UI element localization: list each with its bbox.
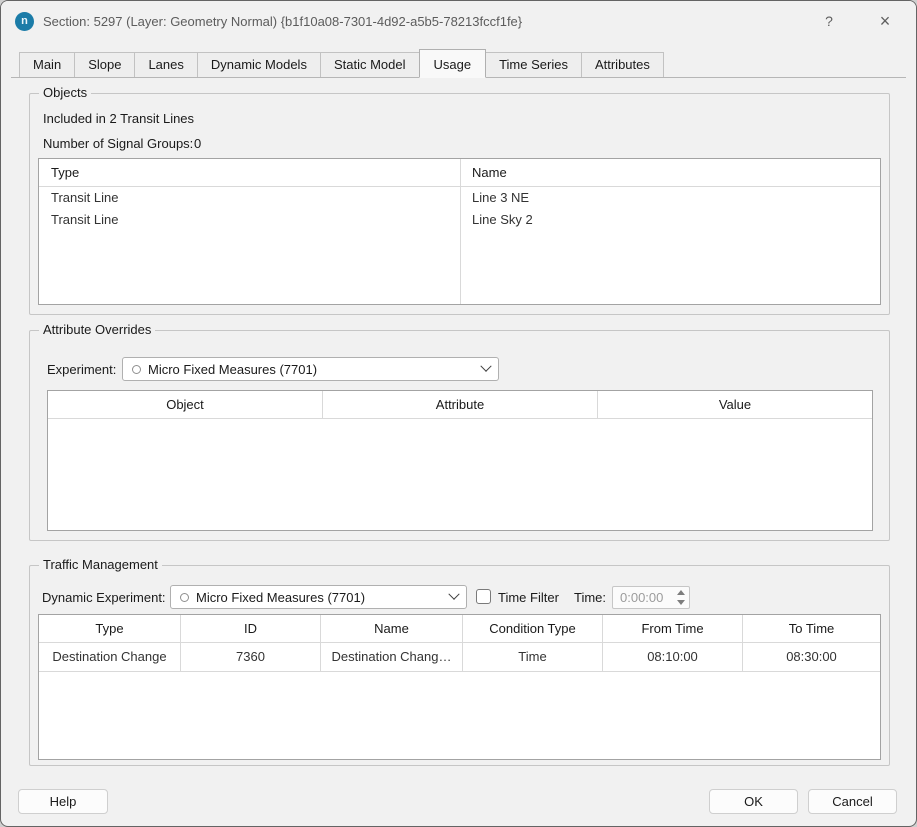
tab-main[interactable]: Main	[19, 52, 75, 77]
help-icon[interactable]: ?	[812, 7, 846, 35]
traffic-management-header: Type ID Name Condition Type From Time To…	[39, 615, 880, 643]
header-value[interactable]: Value	[598, 391, 872, 418]
objects-table: Type Name Transit Line Line 3 NE Transit…	[38, 158, 881, 305]
cell-condition-type[interactable]: Time	[463, 643, 603, 672]
traffic-management-table: Type ID Name Condition Type From Time To…	[38, 614, 881, 760]
included-transit-lines-text: Included in 2 Transit Lines	[43, 111, 194, 126]
time-spinbox[interactable]: 0:00:00	[612, 586, 690, 609]
experiment-combobox-value: Micro Fixed Measures (7701)	[148, 362, 482, 377]
close-icon[interactable]: ×	[868, 7, 902, 35]
attribute-overrides-group-title: Attribute Overrides	[39, 322, 155, 337]
cell-name[interactable]: Line 3 NE	[460, 187, 880, 209]
cell-to-time[interactable]: 08:30:00	[743, 643, 880, 672]
titlebar: n Section: 5297 (Layer: Geometry Normal)…	[1, 1, 916, 41]
tab-bar: Main Slope Lanes Dynamic Models Static M…	[11, 51, 906, 78]
spin-buttons	[672, 587, 689, 608]
header-type[interactable]: Type	[39, 615, 181, 642]
attribute-overrides-header: Object Attribute Value	[48, 391, 872, 419]
experiment-type-icon	[132, 365, 141, 374]
table-row[interactable]: Destination Change 7360 Destination Chan…	[39, 643, 880, 672]
experiment-label: Experiment:	[47, 362, 116, 377]
cell-type[interactable]: Destination Change	[39, 643, 181, 672]
cell-name[interactable]: Line Sky 2	[460, 209, 880, 231]
signal-groups-value: 0	[194, 136, 201, 151]
tab-static-model[interactable]: Static Model	[320, 52, 420, 77]
time-filter-label: Time Filter	[498, 590, 559, 605]
experiment-combobox[interactable]: Micro Fixed Measures (7701)	[122, 357, 499, 381]
ok-button[interactable]: OK	[709, 789, 798, 814]
dynamic-experiment-label: Dynamic Experiment:	[42, 590, 166, 605]
tab-usage[interactable]: Usage	[419, 49, 487, 78]
attribute-overrides-group: Attribute Overrides Experiment: Micro Fi…	[29, 330, 890, 541]
tab-slope[interactable]: Slope	[74, 52, 135, 77]
cell-name[interactable]: Destination Chang…	[321, 643, 463, 672]
tab-lanes[interactable]: Lanes	[134, 52, 197, 77]
chevron-down-icon	[448, 589, 459, 600]
time-label: Time:	[574, 590, 606, 605]
cell-type[interactable]: Transit Line	[39, 187, 460, 209]
header-to-time[interactable]: To Time	[743, 615, 880, 642]
dynamic-experiment-combobox[interactable]: Micro Fixed Measures (7701)	[170, 585, 467, 609]
tab-attributes[interactable]: Attributes	[581, 52, 664, 77]
dynamic-experiment-combobox-value: Micro Fixed Measures (7701)	[196, 590, 450, 605]
tab-dynamic-models[interactable]: Dynamic Models	[197, 52, 321, 77]
cell-type[interactable]: Transit Line	[39, 209, 460, 231]
traffic-management-group: Traffic Management Dynamic Experiment: M…	[29, 565, 890, 766]
attribute-overrides-table: Object Attribute Value	[47, 390, 873, 531]
signal-groups-label: Number of Signal Groups:	[43, 136, 193, 151]
experiment-type-icon	[180, 593, 189, 602]
spin-down-icon[interactable]	[672, 598, 689, 609]
header-name[interactable]: Name	[321, 615, 463, 642]
window-title: Section: 5297 (Layer: Geometry Normal) {…	[43, 14, 812, 29]
traffic-management-group-title: Traffic Management	[39, 557, 162, 572]
cell-from-time[interactable]: 08:10:00	[603, 643, 743, 672]
objects-group-title: Objects	[39, 85, 91, 100]
header-id[interactable]: ID	[181, 615, 321, 642]
chevron-down-icon	[480, 361, 491, 372]
header-condition-type[interactable]: Condition Type	[463, 615, 603, 642]
header-attribute[interactable]: Attribute	[323, 391, 598, 418]
section-dialog: n Section: 5297 (Layer: Geometry Normal)…	[0, 0, 917, 827]
app-icon: n	[15, 12, 34, 31]
cell-id[interactable]: 7360	[181, 643, 321, 672]
cancel-button[interactable]: Cancel	[808, 789, 897, 814]
spin-up-icon[interactable]	[672, 587, 689, 598]
header-from-time[interactable]: From Time	[603, 615, 743, 642]
objects-group: Objects Included in 2 Transit Lines Numb…	[29, 93, 890, 315]
objects-header-name[interactable]: Name	[460, 159, 880, 186]
time-spinbox-value: 0:00:00	[613, 587, 672, 608]
help-button[interactable]: Help	[18, 789, 108, 814]
column-divider[interactable]	[460, 159, 461, 304]
time-filter-checkbox[interactable]	[476, 589, 491, 604]
tab-time-series[interactable]: Time Series	[485, 52, 582, 77]
objects-header-type[interactable]: Type	[39, 159, 460, 186]
header-object[interactable]: Object	[48, 391, 323, 418]
